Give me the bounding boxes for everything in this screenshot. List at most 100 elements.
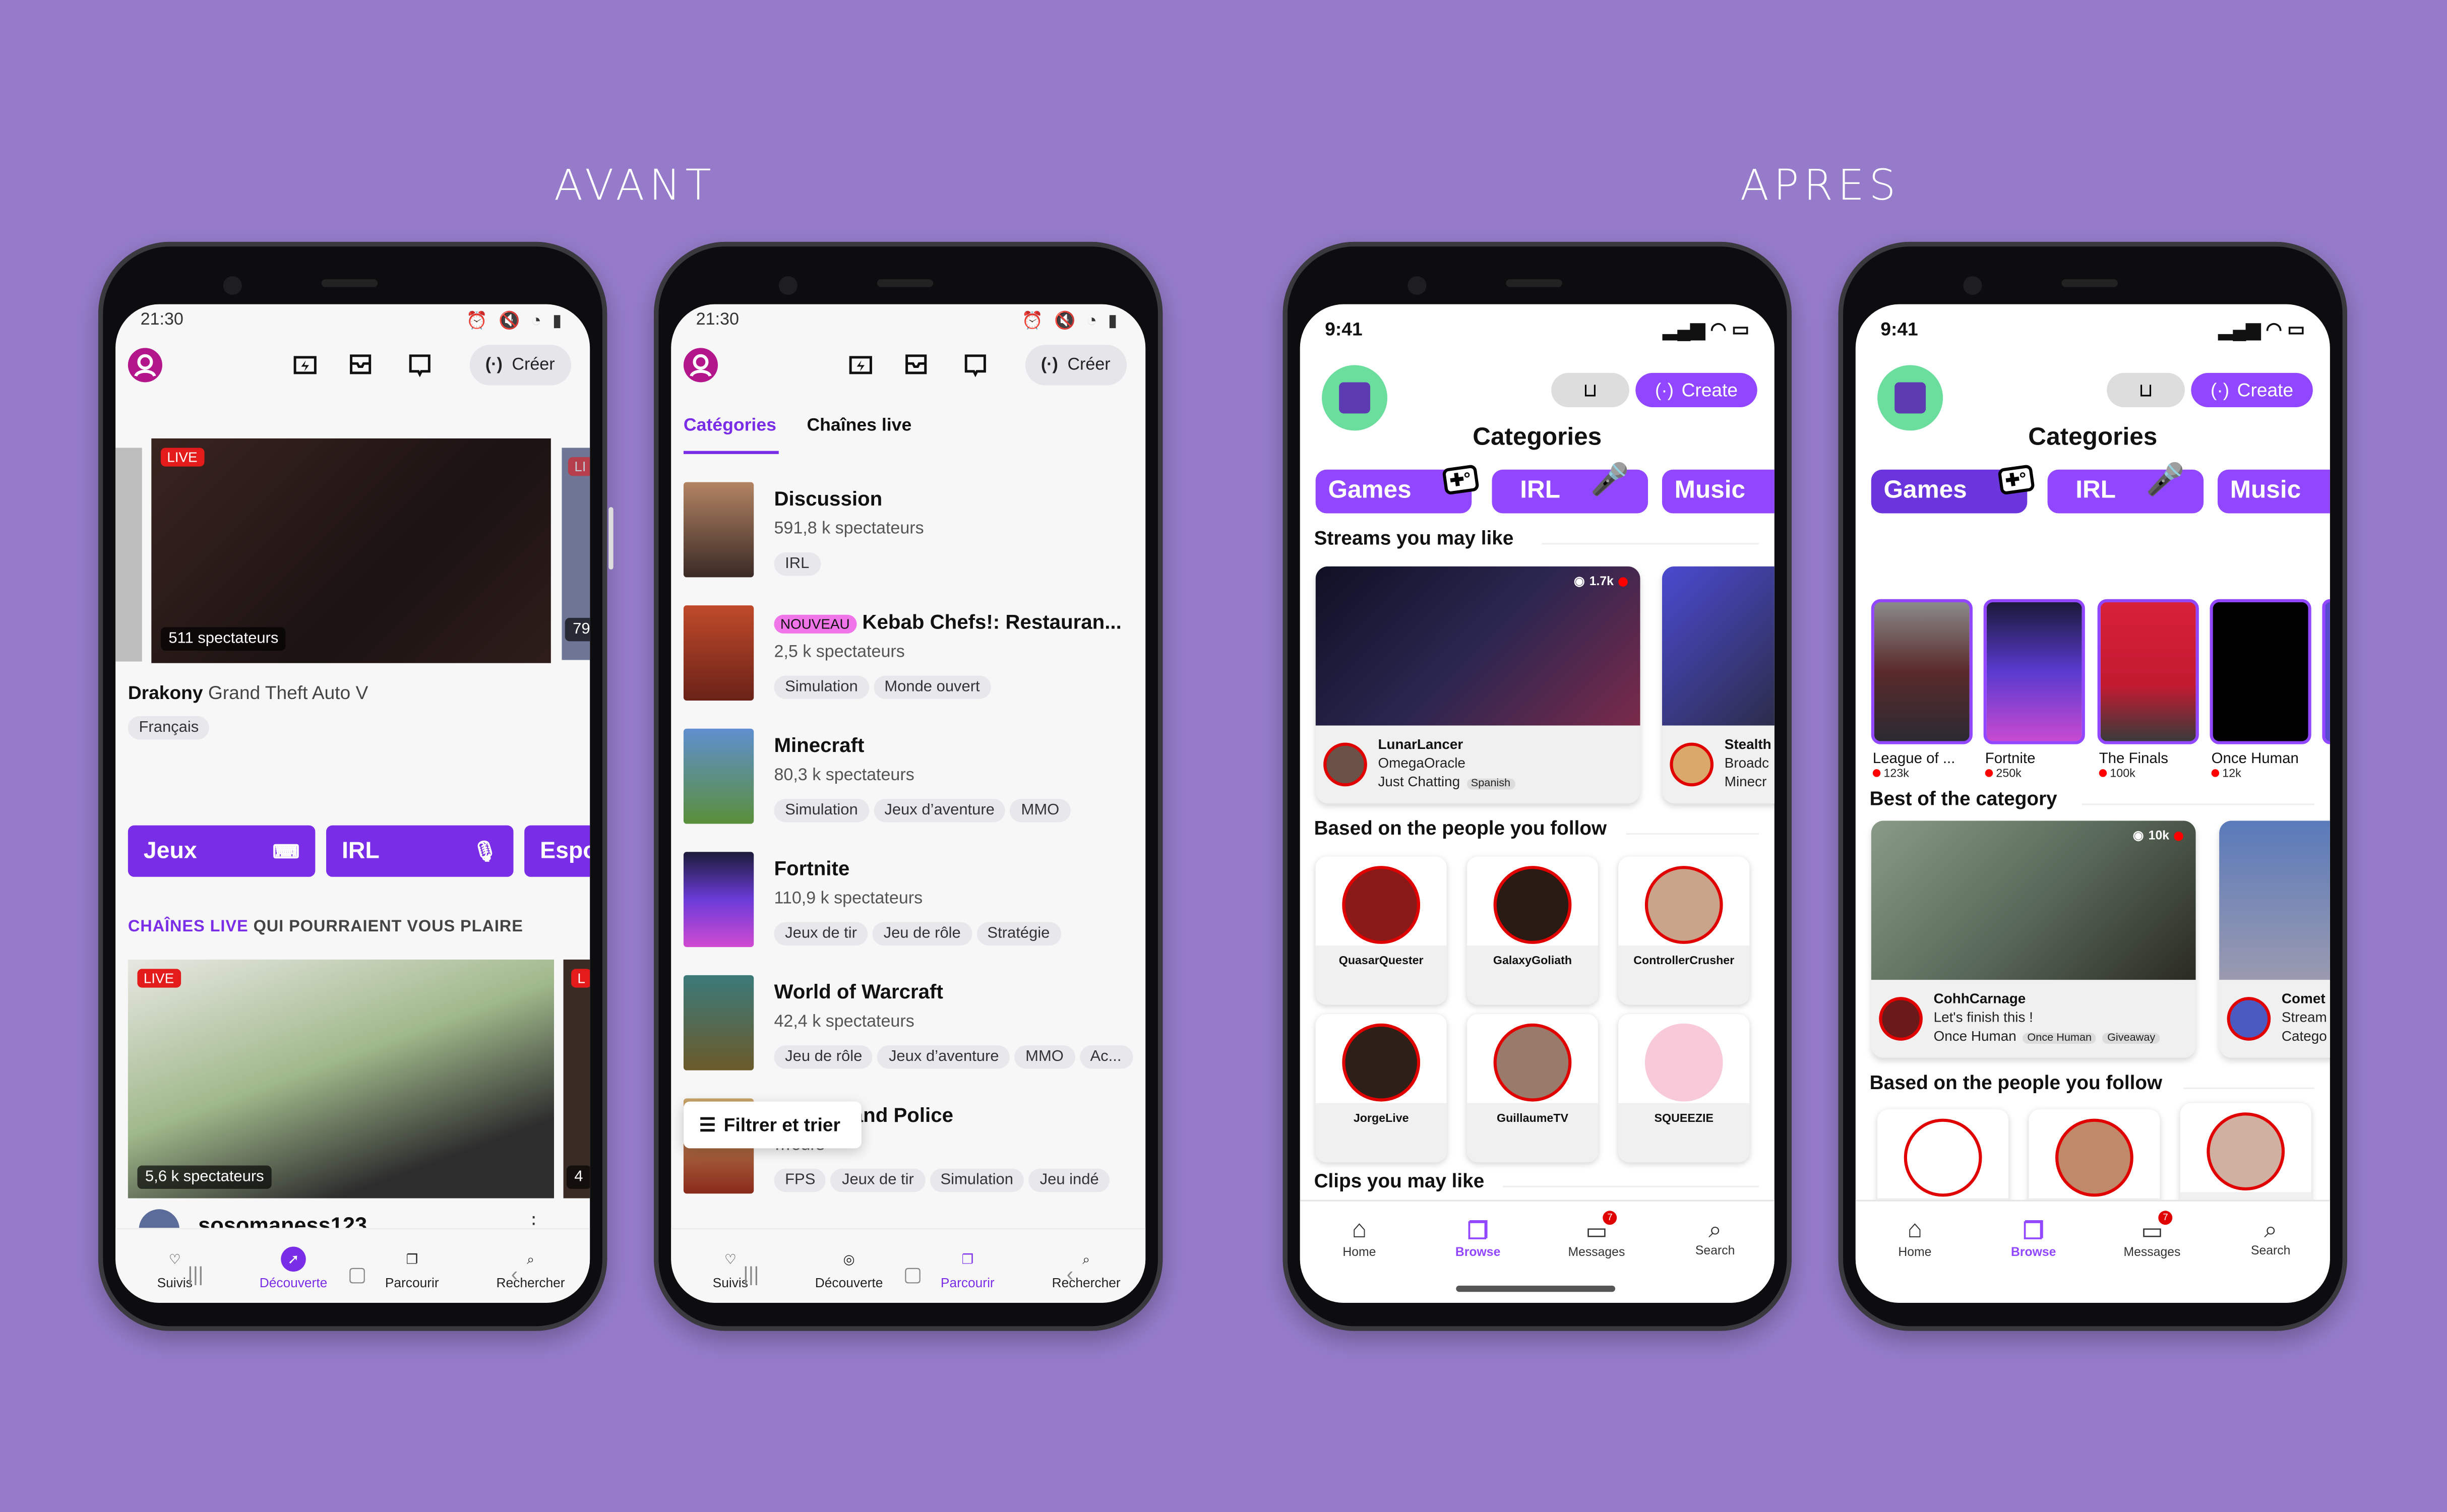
tag[interactable]: FPS [774,1168,827,1192]
category-pill-irl[interactable]: IRL 🎤 [2047,463,2204,514]
category-button-esport[interactable]: Espo [524,825,590,877]
game-cover-partial[interactable] [2322,599,2330,744]
hero-stream-thumbnail[interactable]: LIVE 511 spectateurs [151,438,551,663]
followed-channel-card[interactable]: GalaxyGoliath [1466,856,1598,1005]
whispers-icon[interactable] [963,353,988,378]
create-button[interactable]: (·) Créer [469,345,571,386]
divider [1626,833,1759,835]
viewer-count: 511 spectateurs [160,627,286,651]
whispers-icon[interactable] [407,353,433,378]
stream-card[interactable]: ◉ 10k CohhCarnage Let's finish this ! Onc… [1871,821,2196,1058]
bottom-nav: ⌂ Home ❐ Browse ▭ 7 Messages ⌕ Search [1300,1211,1775,1259]
followed-channel-card[interactable]: QuasarQuester [1315,856,1447,1005]
tab-categories[interactable]: Catégories [684,417,776,435]
nav-messages[interactable]: ▭ 7 Messages [1542,1211,1651,1259]
avatar-button[interactable] [128,348,162,383]
streamer-avatar [2227,997,2271,1041]
inbox-button[interactable]: ⊔ [2107,372,2185,407]
category-button-jeux[interactable]: Jeux ⌨ [128,825,316,877]
tag[interactable]: Jeu de rôle [774,1045,873,1069]
tag[interactable]: MMO [1010,798,1070,823]
nav-search[interactable]: ⌕ Search [1661,1217,1770,1259]
tab-live-channels[interactable]: Chaînes live [807,417,911,435]
recents-icon[interactable]: ||| [743,1262,759,1287]
tag[interactable]: Stratégie [976,922,1061,946]
phone-after-streams: 9:41 ▂▄▆ ◠ ▭ ⊔ (·) Create Categories Game… [1282,241,1792,1331]
followed-channel-card[interactable]: JorgeLive [1315,1014,1447,1163]
inbox-icon[interactable] [348,353,373,376]
next-card-partial[interactable]: L 4 [563,959,590,1199]
followed-channel-card[interactable]: GuillaumeTV [1466,1014,1598,1163]
back-icon[interactable]: ‹ [1067,1262,1073,1287]
tag[interactable]: Ac... [1079,1045,1133,1069]
home-indicator[interactable] [1456,1285,1616,1292]
tag[interactable]: Giveaway [2102,1033,2160,1044]
game-cover[interactable] [2097,599,2199,744]
status-time: 9:41 [1880,318,1918,340]
tag[interactable]: Jeux de tir [774,922,868,946]
tag[interactable]: Simulation [774,798,869,823]
game-cover[interactable] [1983,599,2085,744]
turbo-icon[interactable] [849,354,874,376]
tag[interactable]: Jeu de rôle [872,922,972,946]
streamer-name: Stealth [1724,736,1771,752]
stream-category: Just Chatting Spanish [1378,774,1515,790]
stream-card[interactable]: ◉ 1.7k LunarLancer OmegaOracle Just Chatt… [1315,566,1640,804]
nav-browse[interactable]: ❐ Browse [1423,1217,1533,1259]
category-pill-music[interactable]: Music [1662,469,1775,514]
language-tag[interactable]: Français [128,716,210,740]
tag[interactable]: Monde ouvert [873,675,991,699]
create-button[interactable]: (·) Créer [1025,345,1126,386]
tag[interactable]: Jeux de tir [831,1168,925,1192]
inbox-button[interactable]: ⊔ [1551,372,1629,407]
category-pill-games-selected[interactable]: Games ✚° [1871,464,2036,514]
live-channel-thumbnail[interactable]: LIVE 5,6 k spectateurs [128,959,554,1199]
followed-channel-card[interactable]: SQUEEZIE [1618,1014,1750,1163]
avatar-button[interactable] [1322,365,1388,431]
tag[interactable]: Jeux d’aventure [878,1045,1010,1069]
next-card-partial[interactable]: LI 79 [562,448,590,660]
nav-home[interactable]: ⌂ Home [1860,1217,1970,1259]
stream-card-partial[interactable]: Comet Stream Catego [2219,821,2330,1058]
game-cover[interactable] [1871,599,1973,744]
avatar-button[interactable] [1877,365,1943,431]
recents-icon[interactable]: ||| [188,1262,203,1287]
home-icon[interactable]: ▢ [348,1262,367,1287]
tag[interactable]: Simulation [929,1168,1024,1192]
section-title: Based on the people you follow [1869,1072,2163,1094]
category-pill-music[interactable]: Music [2217,469,2330,514]
tag[interactable]: Spanish [1466,778,1515,790]
nav-browse[interactable]: ❐ Browse [1979,1217,2088,1259]
tag[interactable]: IRL [774,552,820,576]
tag[interactable]: Simulation [774,675,869,699]
tag[interactable]: Jeu indé [1028,1168,1110,1192]
nav-messages[interactable]: ▭ 7 Messages [2098,1211,2207,1259]
nav-search[interactable]: ⌕ Search [2216,1217,2326,1259]
nav-home[interactable]: ⌂ Home [1305,1217,1414,1259]
category-title: Discussion [774,486,883,511]
prev-card-partial[interactable] [115,448,142,662]
tag[interactable]: Once Human [2023,1033,2097,1044]
channel-avatar [1342,866,1421,944]
game-cover[interactable] [2210,599,2311,744]
hero-stream-info[interactable]: Drakony Grand Theft Auto V [128,682,368,704]
create-button[interactable]: (·) Create [1635,372,1757,407]
tag[interactable]: MMO [1014,1045,1075,1069]
category-pill-games[interactable]: Games ✚° [1315,464,1480,514]
tag[interactable]: Jeux d’aventure [873,798,1006,823]
inbox-icon[interactable] [903,353,929,376]
category-pill-irl[interactable]: IRL 🎤 [1492,463,1648,514]
side-button [608,507,614,570]
turbo-icon[interactable] [293,354,319,376]
category-button-irl[interactable]: IRL 🎙 [326,825,514,877]
camera [778,276,798,295]
followed-channel-card[interactable]: ControllerCrusher [1618,856,1750,1005]
create-button[interactable]: (·) Create [2191,372,2313,407]
home-icon[interactable]: ▢ [903,1262,923,1287]
back-icon[interactable]: ‹ [511,1262,518,1287]
avatar-button[interactable] [683,348,718,383]
stream-category: Once Human Once Human Giveaway [1934,1028,2160,1044]
live-badge: LIVE [160,448,204,467]
stream-card-partial[interactable]: Stealth Broadc Minecr [1662,566,1775,804]
filter-sort-button[interactable]: ☰ Filtrer et trier [683,1101,862,1149]
